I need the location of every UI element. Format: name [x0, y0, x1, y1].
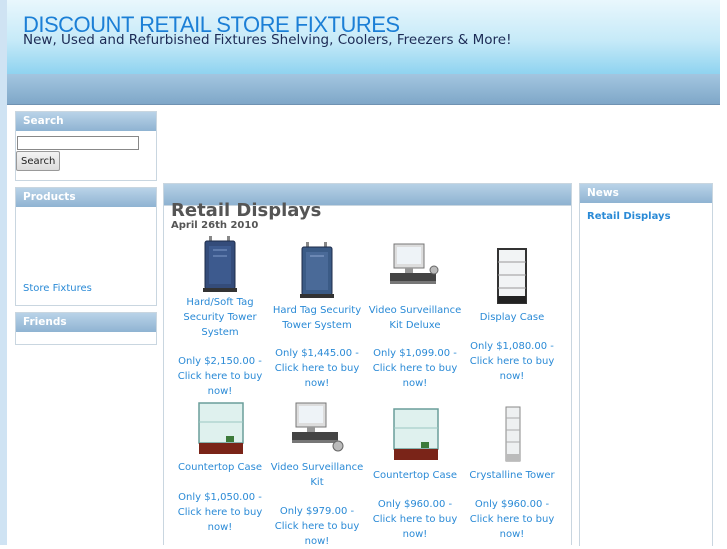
news-box-title: News: [580, 184, 712, 203]
nav-bar: [7, 74, 720, 105]
surveillance-kit-icon[interactable]: [288, 401, 346, 457]
product-item: Countertop Case Only $1,050.00 - Click h…: [171, 398, 269, 538]
product-price[interactable]: Only $979.00 - Click here to buy now!: [268, 504, 366, 549]
search-input[interactable]: [17, 136, 139, 150]
product-item: Crystalline Tower Only $960.00 - Click h…: [463, 398, 561, 540]
news-item-retail-displays[interactable]: Retail Displays: [587, 211, 671, 222]
security-tower-icon[interactable]: [201, 236, 239, 292]
product-price[interactable]: Only $960.00 - Click here to buy now!: [366, 497, 464, 542]
product-item: Hard/Soft Tag Security Tower System Only…: [171, 234, 269, 397]
countertop-case-icon[interactable]: [391, 406, 441, 462]
product-name[interactable]: Crystalline Tower: [463, 468, 561, 483]
surveillance-kit-icon[interactable]: [386, 242, 444, 298]
news-box: News: [579, 183, 713, 546]
crystalline-tower-icon[interactable]: [503, 406, 523, 464]
friends-box: Friends: [15, 312, 157, 345]
product-price[interactable]: Only $2,150.00 - Click here to buy now!: [171, 354, 269, 399]
left-edge-strip: [0, 0, 7, 545]
search-box-title: Search: [16, 112, 156, 131]
product-item: Countertop Case Only $960.00 - Click her…: [366, 398, 464, 540]
security-tower-icon[interactable]: [298, 242, 336, 298]
product-name[interactable]: Countertop Case: [366, 468, 464, 483]
product-item: Video Surveillance Kit Deluxe Only $1,09…: [366, 234, 464, 394]
search-button[interactable]: Search: [16, 151, 61, 171]
products-box-title: Products: [16, 188, 156, 207]
product-name[interactable]: Display Case: [463, 310, 561, 325]
product-price[interactable]: Only $1,099.00 - Click here to buy now!: [366, 346, 464, 391]
products-box: Products Store Fixtures: [15, 187, 157, 306]
product-name[interactable]: Video Surveillance Kit: [268, 460, 366, 490]
product-item: Hard Tag Security Tower System Only $1,4…: [268, 234, 366, 394]
product-item: Video Surveillance Kit Only $979.00 - Cl…: [268, 398, 366, 547]
friends-box-title: Friends: [16, 313, 156, 332]
product-price[interactable]: Only $1,445.00 - Click here to buy now!: [268, 346, 366, 391]
product-name[interactable]: Video Surveillance Kit Deluxe: [366, 303, 464, 333]
post-date: April 26th 2010: [171, 220, 259, 231]
product-price[interactable]: Only $1,080.00 - Click here to buy now!: [463, 339, 561, 384]
countertop-case-icon[interactable]: [196, 400, 246, 456]
search-box: Search Search: [15, 111, 157, 181]
product-item: Display Case Only $1,080.00 - Click here…: [463, 234, 561, 394]
page-title[interactable]: Retail Displays: [171, 200, 321, 221]
product-name[interactable]: Hard/Soft Tag Security Tower System: [171, 295, 269, 340]
product-name[interactable]: Countertop Case: [171, 460, 269, 475]
product-price[interactable]: Only $960.00 - Click here to buy now!: [463, 497, 561, 542]
site-tagline: New, Used and Refurbished Fixtures Shelv…: [23, 32, 512, 48]
sidebar-item-store-fixtures[interactable]: Store Fixtures: [23, 283, 92, 294]
display-case-icon[interactable]: [495, 248, 529, 306]
product-name[interactable]: Hard Tag Security Tower System: [268, 303, 366, 333]
site-header: DISCOUNT RETAIL STORE FIXTURES New, Used…: [7, 0, 720, 74]
product-price[interactable]: Only $1,050.00 - Click here to buy now!: [171, 490, 269, 535]
